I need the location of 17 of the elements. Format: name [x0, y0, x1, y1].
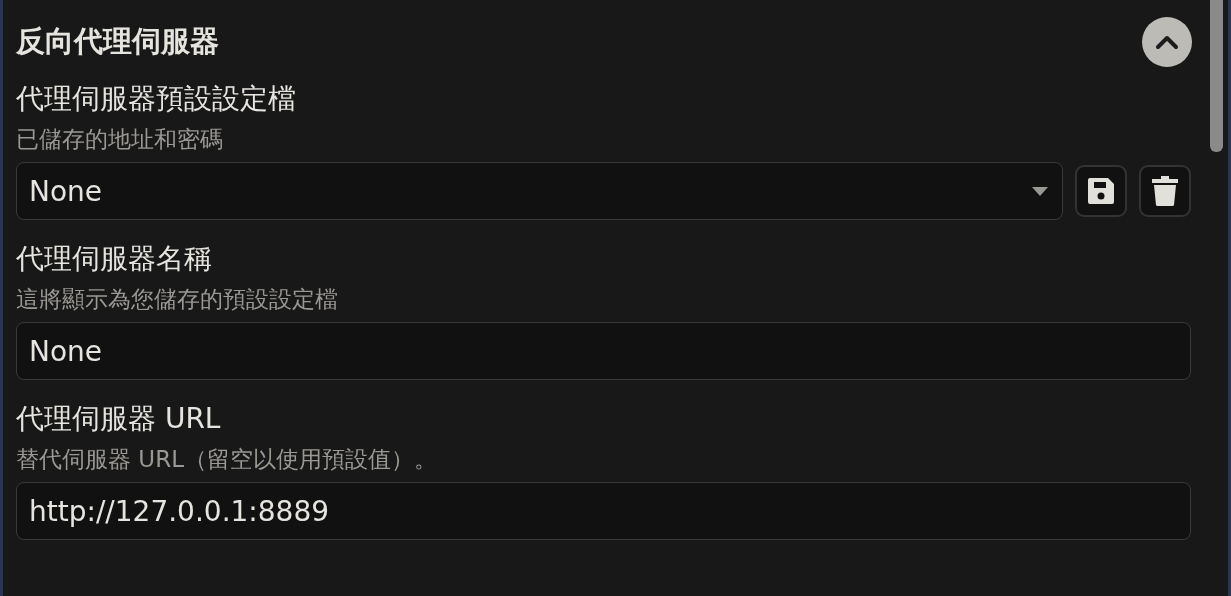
preset-dropdown[interactable]: None — [16, 162, 1063, 220]
field-hint: 已儲存的地址和密碼 — [16, 125, 224, 154]
scrollbar[interactable] — [1210, 0, 1223, 152]
trash-icon — [1151, 175, 1179, 207]
field-label: 代理伺服器預設設定檔 — [16, 82, 297, 116]
chevron-icon — [1155, 34, 1179, 50]
field-hint: 替代伺服器 URL（留空以使用預設值）。 — [16, 445, 438, 474]
text-field[interactable]: http://127.0.0.1:8889 — [16, 482, 1191, 540]
delete-button[interactable] — [1139, 165, 1191, 217]
save-button[interactable] — [1075, 165, 1127, 217]
field-label: 代理伺服器名稱 — [16, 242, 213, 276]
field-hint: 這將顯示為您儲存的預設設定檔 — [16, 285, 339, 314]
text-field[interactable]: None — [16, 322, 1191, 380]
field-label: 代理伺服器 URL — [16, 402, 222, 436]
collapse-button[interactable] — [1142, 17, 1192, 67]
section-title: 反向代理伺服器 — [16, 23, 219, 60]
dropdown-arrow-icon — [1032, 186, 1048, 196]
